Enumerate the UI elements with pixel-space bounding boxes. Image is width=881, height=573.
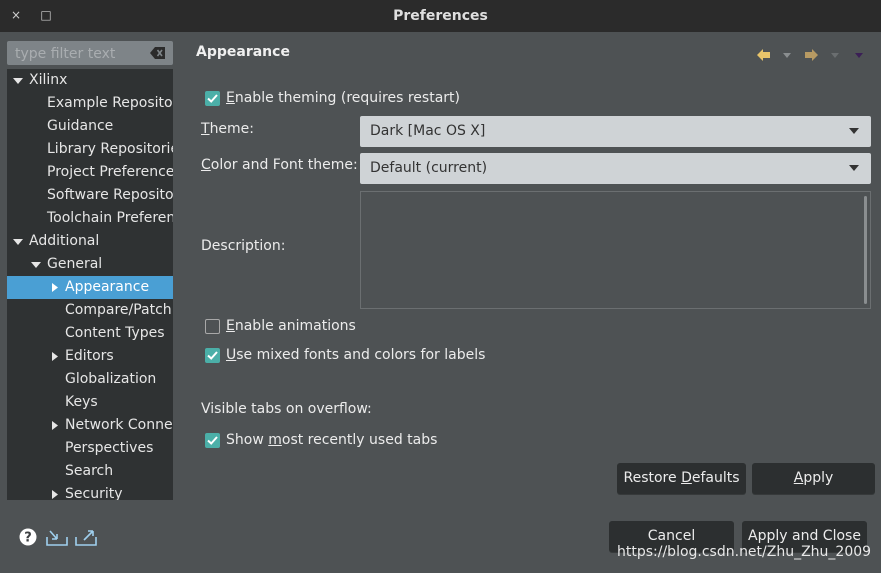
theme-label: Theme: <box>201 121 255 137</box>
tree-item[interactable]: Additional <box>7 230 173 253</box>
tree-item[interactable]: Compare/Patch <box>7 299 173 322</box>
collapsed-arrow-icon[interactable] <box>48 345 60 368</box>
tree-item-label: Software Reposito <box>47 187 173 203</box>
window-title: Preferences <box>393 8 488 24</box>
filter-box <box>7 41 173 65</box>
tree-item-label: Example Repositor <box>47 95 173 111</box>
tree-item[interactable]: Library Repositorie <box>7 138 173 161</box>
tree-item-label: Toolchain Preferen <box>47 210 173 226</box>
tree-item-label: Security <box>65 486 123 500</box>
help-icon[interactable]: ? <box>18 528 38 546</box>
tree-item[interactable]: Editors <box>7 345 173 368</box>
tree-item-label: Xilinx <box>29 72 68 88</box>
expanded-arrow-icon[interactable] <box>12 69 24 92</box>
collapsed-arrow-icon[interactable] <box>48 483 60 500</box>
forward-arrow-icon[interactable] <box>805 49 818 61</box>
tree-item-label: Keys <box>65 394 98 410</box>
export-icon[interactable] <box>75 528 97 546</box>
check-icon <box>207 436 218 445</box>
recent-tabs-label[interactable]: Show most recently used tabs <box>226 432 437 448</box>
tree-item[interactable]: Perspectives <box>7 437 173 460</box>
restore-defaults-button[interactable]: Restore Defaults <box>617 463 746 494</box>
tree-item-label: Library Repositorie <box>47 141 173 157</box>
collapsed-arrow-icon[interactable] <box>48 276 60 299</box>
view-menu-icon[interactable] <box>855 53 863 58</box>
mixed-fonts-label[interactable]: Use mixed fonts and colors for labels <box>226 347 485 363</box>
dropdown-arrow-icon <box>849 128 859 134</box>
tree-item[interactable]: Example Repositor <box>7 92 173 115</box>
tree-item-label: Appearance <box>65 279 150 295</box>
tree-item-label: Editors <box>65 348 114 364</box>
check-icon <box>207 351 218 360</box>
tree-item[interactable]: Project Preference <box>7 161 173 184</box>
apply-button[interactable]: Apply <box>752 463 875 494</box>
description-textarea[interactable] <box>360 191 871 309</box>
tree-item[interactable]: General <box>7 253 173 276</box>
clear-filter-icon[interactable] <box>150 46 166 60</box>
tree-item[interactable]: Software Reposito <box>7 184 173 207</box>
tree-item-label: Compare/Patch <box>65 302 172 318</box>
tree-item[interactable]: Security <box>7 483 173 500</box>
forward-menu-icon[interactable] <box>831 53 839 58</box>
navigation-toolbar <box>757 49 863 61</box>
tree-item-label: Network Connec <box>65 417 173 433</box>
tree-item-label: Globalization <box>65 371 157 387</box>
expanded-arrow-icon[interactable] <box>30 253 42 276</box>
tree-item-label: General <box>47 256 103 272</box>
tree-item[interactable]: Keys <box>7 391 173 414</box>
tree-item-label: Guidance <box>47 118 114 134</box>
enable-animations-label[interactable]: Enable animations <box>226 318 356 334</box>
mixed-fonts-checkbox[interactable] <box>205 348 220 363</box>
import-icon[interactable] <box>46 528 68 546</box>
tree-item-label: Search <box>65 463 114 479</box>
enable-animations-checkbox[interactable] <box>205 319 220 334</box>
filter-input[interactable] <box>13 43 147 65</box>
back-arrow-icon[interactable] <box>757 49 770 61</box>
theme-combo[interactable]: Dark [Mac OS X] <box>360 116 871 147</box>
enable-theming-checkbox[interactable] <box>205 91 220 106</box>
check-icon <box>207 94 218 103</box>
tree-item[interactable]: Toolchain Preferen <box>7 207 173 230</box>
watermark-text: https://blog.csdn.net/Zhu_Zhu_2009 <box>617 544 872 560</box>
visible-tabs-label: Visible tabs on overflow: <box>201 401 372 417</box>
preferences-dialog: Xilinx Example Repositor Guidance Library R… <box>0 32 881 573</box>
color-font-theme-combo[interactable]: Default (current) <box>360 153 871 184</box>
tree-item[interactable]: Globalization <box>7 368 173 391</box>
tree-item-label: Additional <box>29 233 100 249</box>
svg-text:?: ? <box>24 531 32 546</box>
tree-item[interactable]: Search <box>7 460 173 483</box>
expanded-arrow-icon[interactable] <box>12 230 24 253</box>
tree-item-label: Perspectives <box>65 440 154 456</box>
title-bar: × □ Preferences <box>0 0 881 32</box>
tree-item[interactable]: Guidance <box>7 115 173 138</box>
tree-item-label: Content Types <box>65 325 165 341</box>
enable-theming-label[interactable]: Enable theming (requires restart) <box>226 90 460 106</box>
tree-item-label: Project Preference <box>47 164 173 180</box>
dropdown-arrow-icon <box>849 165 859 171</box>
description-scrollbar[interactable] <box>864 196 867 304</box>
color-font-theme-label: Color and Font theme: <box>201 157 358 173</box>
recent-tabs-checkbox[interactable] <box>205 433 220 448</box>
tree-item[interactable]: Appearance <box>7 276 173 299</box>
page-title: Appearance <box>196 44 290 60</box>
preference-tree[interactable]: Xilinx Example Repositor Guidance Library R… <box>7 69 173 500</box>
theme-value: Dark [Mac OS X] <box>370 123 486 139</box>
color-font-theme-value: Default (current) <box>370 160 488 176</box>
collapsed-arrow-icon[interactable] <box>48 414 60 437</box>
tree-item[interactable]: Network Connec <box>7 414 173 437</box>
tree-item[interactable]: Xilinx <box>7 69 173 92</box>
tree-item[interactable]: Content Types <box>7 322 173 345</box>
description-label: Description: <box>201 238 286 254</box>
back-menu-icon[interactable] <box>783 53 791 58</box>
